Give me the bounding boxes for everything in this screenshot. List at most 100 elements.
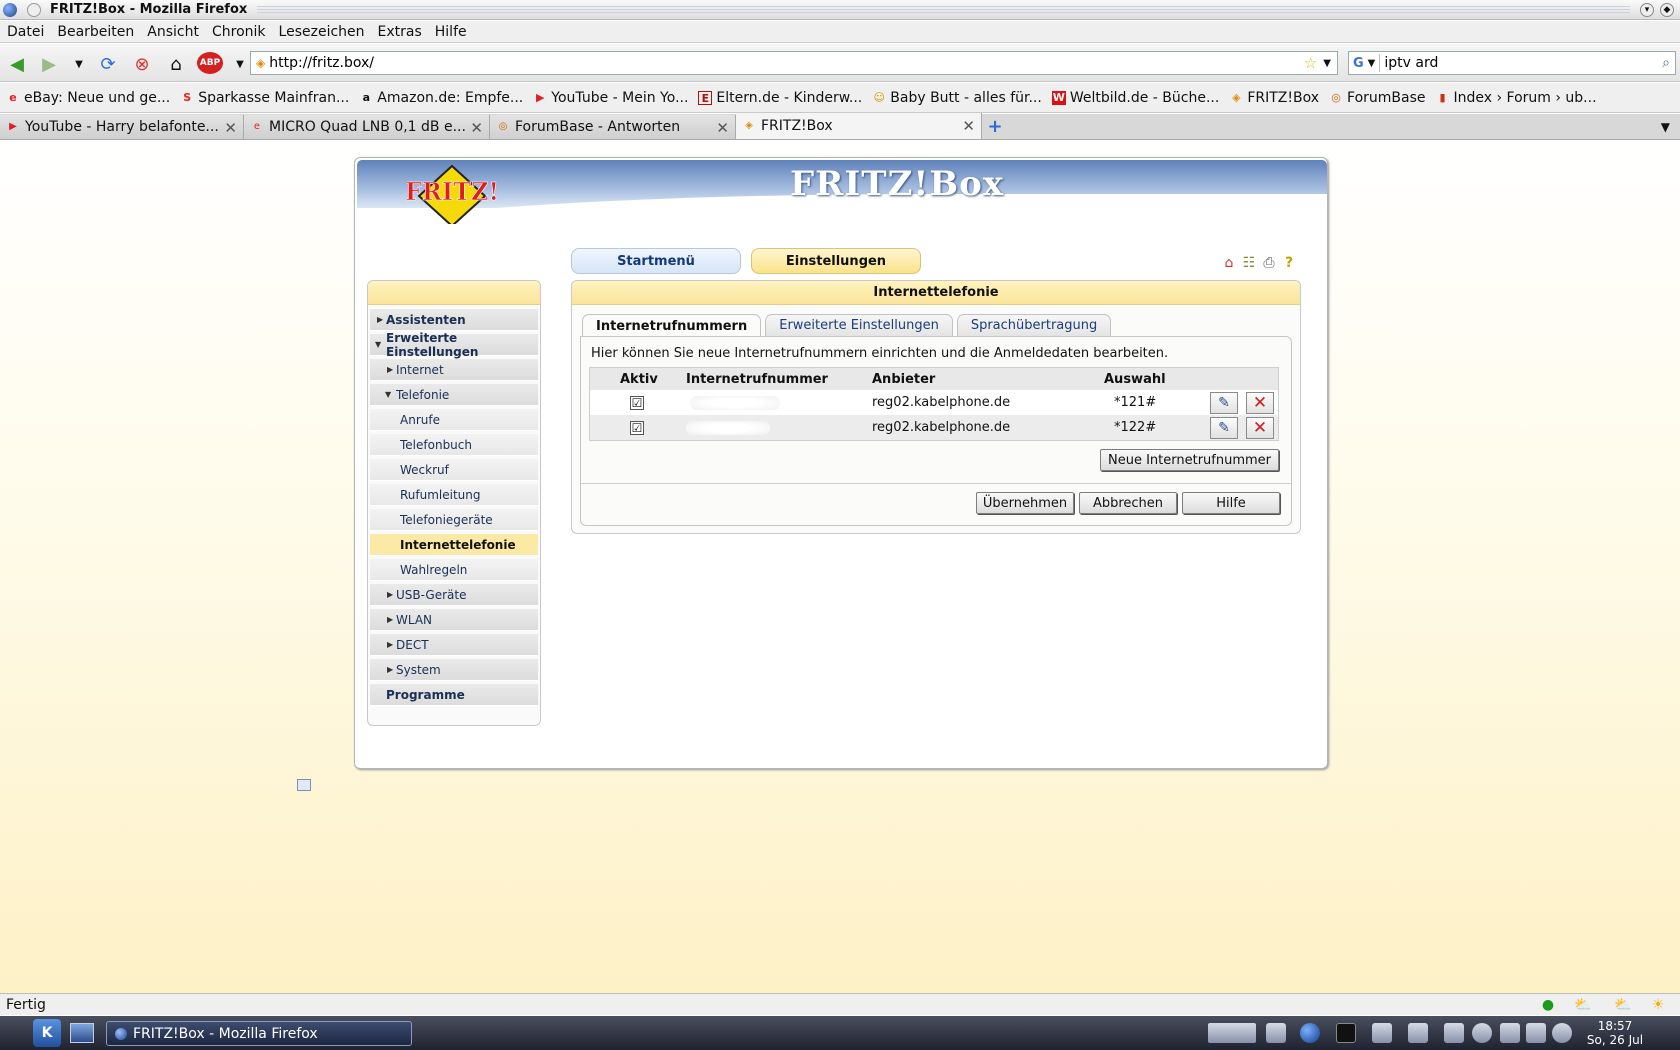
taskbar-item-firefox[interactable]: FRITZ!Box - Mozilla Firefox [106,1021,412,1046]
desktop-icon[interactable] [70,1023,94,1043]
status-green-icon[interactable]: ● [1538,996,1558,1014]
sidebar-item-weckruf[interactable]: Weckruf [370,459,538,481]
search-icon[interactable]: ⌕ [1662,55,1670,71]
close-icon[interactable]: ✕ [962,117,975,135]
help-icon[interactable]: ? [1281,254,1297,272]
cancel-button[interactable]: Abbrechen [1079,492,1177,514]
edit-icon[interactable]: ✎ [1210,416,1238,439]
aktiv-checkbox[interactable]: ☑ [630,395,644,410]
tab-forumbase[interactable]: ◎ ForumBase - Antworten ✕ [490,115,736,139]
tab-sprachuebertragung[interactable]: Sprachübertragung [956,314,1112,336]
sidebar-item-internet[interactable]: ▶ Internet [370,359,538,381]
close-icon[interactable]: ✕ [470,119,483,137]
bookmark-weltbild[interactable]: W Weltbild.de - Büche... [1051,90,1219,106]
menu-extras[interactable]: Extras [378,24,422,40]
url-bar[interactable]: ◈ ☆ ▼ [250,51,1338,75]
sitemap-icon[interactable]: ☷ [1241,254,1257,272]
sidebar-item-dect[interactable]: ▶ DECT [370,634,538,656]
bookmark-amazon[interactable]: a Amazon.de: Empfe... [359,90,524,106]
kde-menu-icon[interactable]: K [33,1019,61,1047]
bookmark-sparkasse[interactable]: S Sparkasse Mainfran... [180,90,349,106]
bookmark-forumbase[interactable]: ◎ ForumBase [1329,90,1425,106]
battery-icon[interactable] [1526,1023,1546,1043]
google-search-engine-icon[interactable]: G [1353,56,1364,71]
plugin-placeholder-icon[interactable] [297,779,311,791]
tab-list-dropdown-icon[interactable]: ▼ [1661,120,1670,134]
sidebar-item-wahlregeln[interactable]: Wahlregeln [370,559,538,581]
volume-icon[interactable] [1444,1023,1464,1043]
weather-cloudy-icon[interactable]: ⛅ [1568,996,1598,1014]
search-input[interactable] [1384,55,1663,71]
history-dropdown-icon[interactable]: ▼ [66,52,92,76]
bookmark-eltern[interactable]: E Eltern.de - Kinderw... [698,90,862,106]
stop-icon[interactable]: ⊗ [129,52,155,76]
search-engine-dropdown-icon[interactable]: ▼ [1368,58,1376,69]
apply-button[interactable]: Übernehmen [976,492,1074,514]
tray-app-icon[interactable] [1266,1023,1286,1043]
sidebar-item-programme[interactable]: Programme [370,684,538,706]
home-icon[interactable]: ⌂ [1221,254,1237,272]
minimize-icon[interactable]: ▾ [1640,2,1654,17]
tab-erweiterte-einstellungen[interactable]: Erweiterte Einstellungen [765,314,953,336]
tab-internetrufnummern[interactable]: Internetrufnummern [582,314,762,337]
weather-forecast-icon[interactable]: ⛅ [1608,996,1638,1014]
kde-app-icon[interactable] [3,3,17,17]
url-input[interactable] [269,55,1304,71]
new-tab-icon[interactable]: + [982,115,1008,139]
bookmark-forum-index[interactable]: ▮ Index › Forum › ub... [1436,90,1596,106]
sidebar-item-rufumleitung[interactable]: Rufumleitung [370,484,538,506]
help-button[interactable]: Hilfe [1182,492,1280,514]
browser-tray-icon[interactable] [1300,1023,1320,1043]
home-icon[interactable]: ⌂ [163,52,189,76]
url-dropdown-icon[interactable]: ▼ [1323,58,1331,69]
weather-sun-icon[interactable]: ☀ [1648,996,1668,1014]
menu-datei[interactable]: Datei [7,24,44,40]
clipboard-icon[interactable] [1500,1023,1520,1043]
close-icon[interactable]: ✕ [716,119,729,137]
settings-button[interactable]: Einstellungen [751,248,921,274]
sidebar-item-assistenten[interactable]: ▶ Assistenten [370,309,538,331]
search-bar[interactable]: G ▼ ⌕ [1348,51,1676,75]
pager-icon[interactable] [1208,1023,1256,1043]
bookmark-fritzbox[interactable]: ◈ FRITZ!Box [1229,90,1319,106]
aktiv-checkbox[interactable]: ☑ [630,420,644,435]
menu-bearbeiten[interactable]: Bearbeiten [57,24,134,40]
bookmark-star-icon[interactable]: ☆ [1304,54,1317,72]
sidebar-item-telefonbuch[interactable]: Telefonbuch [370,434,538,456]
network-icon[interactable] [1472,1023,1492,1043]
menu-chronik[interactable]: Chronik [212,24,266,40]
tab-fritzbox[interactable]: ◈ FRITZ!Box ✕ [736,113,982,139]
update-icon[interactable] [1552,1023,1572,1043]
bookmark-youtube[interactable]: ▶ YouTube - Mein Yo... [533,90,688,106]
delete-icon[interactable]: ✕ [1246,416,1274,439]
print-icon[interactable]: ⎙ [1261,254,1277,272]
tab-youtube[interactable]: ▶ YouTube - Harry belafonte... ✕ [0,115,244,139]
delete-icon[interactable]: ✕ [1246,391,1274,414]
sidebar-item-anrufe[interactable]: Anrufe [370,409,538,431]
forward-icon[interactable]: ▶ [36,52,62,76]
sidebar-item-system[interactable]: ▶ System [370,659,538,681]
tab-ebay-lnb[interactable]: e MICRO Quad LNB 0,1 dB e... ✕ [244,115,490,139]
sidebar-item-wlan[interactable]: ▶ WLAN [370,609,538,631]
reload-icon[interactable]: ⟳ [95,52,121,76]
clock[interactable]: 18:57 So, 26 Jul [1580,1019,1650,1047]
sidebar-item-erweiterte-einstellungen[interactable]: ▼ Erweiterte Einstellungen [370,331,538,359]
menu-hilfe[interactable]: Hilfe [435,24,467,40]
back-icon[interactable]: ◀ [4,52,30,76]
sidebar-item-usb-geraete[interactable]: ▶ USB-Geräte [370,584,538,606]
adblock-icon[interactable]: ABP [197,52,223,74]
usb-icon[interactable] [1408,1023,1428,1043]
menu-lesezeichen[interactable]: Lesezeichen [279,24,365,40]
new-number-button[interactable]: Neue Internetrufnummer [1100,449,1279,471]
terminal-icon[interactable] [1336,1023,1356,1043]
menu-ansicht[interactable]: Ansicht [147,24,199,40]
sidebar-item-telefoniegeraete[interactable]: Telefoniegeräte [370,509,538,531]
window-menu-icon[interactable] [27,3,41,17]
edit-icon[interactable]: ✎ [1210,391,1238,414]
bookmark-babybutt[interactable]: ☺ Baby Butt - alles für... [872,90,1042,106]
sidebar-item-telefonie[interactable]: ▼ Telefonie [370,384,538,406]
bookmark-ebay[interactable]: e eBay: Neue und ge... [6,90,170,106]
maximize-icon[interactable]: ◆ [1660,2,1674,17]
mail-icon[interactable] [1372,1023,1392,1043]
close-icon[interactable]: ✕ [224,119,237,137]
